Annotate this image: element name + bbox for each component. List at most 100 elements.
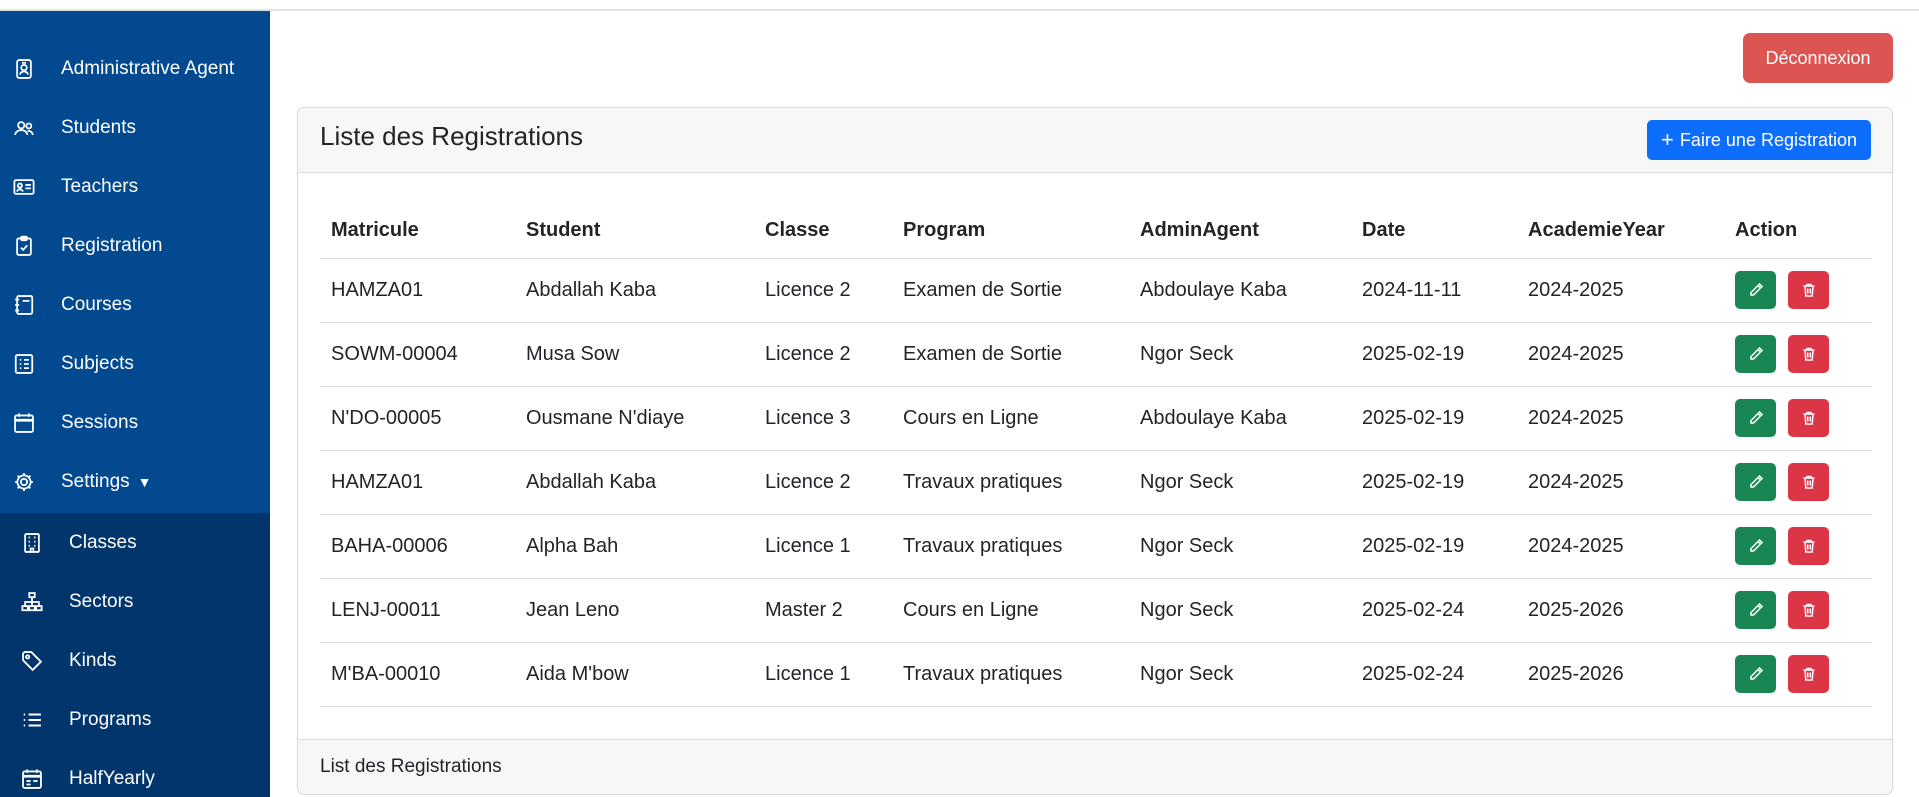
sidebar-item-administrative-agent[interactable]: Administrative Agent	[0, 39, 270, 98]
edit-button[interactable]	[1735, 399, 1776, 437]
trash-icon	[1803, 347, 1814, 361]
row-actions	[1735, 655, 1861, 693]
pencil-icon	[1749, 474, 1763, 488]
cell-matricule: SOWM-00004	[320, 322, 515, 387]
table-header-row: Matricule Student Classe Program AdminAg…	[320, 204, 1872, 259]
sidebar-item-registration[interactable]: Registration	[0, 216, 270, 275]
edit-button[interactable]	[1735, 335, 1776, 373]
sidebar-item-label: Registration	[61, 234, 163, 256]
table-row: BAHA-00006 Alpha Bah Licence 1 Travaux p…	[320, 514, 1872, 579]
calendar-week-icon	[20, 767, 44, 791]
sidebar-item-label: Sessions	[61, 411, 139, 433]
trash-icon	[1803, 539, 1814, 553]
sidebar-item-sessions[interactable]: Sessions	[0, 393, 270, 452]
sidebar-item-label: Sectors	[69, 590, 134, 612]
cell-classe: Master 2	[754, 578, 892, 643]
table-row: M'BA-00010 Aida M'bow Licence 1 Travaux …	[320, 642, 1872, 707]
table-body: HAMZA01 Abdallah Kaba Licence 2 Examen d…	[320, 258, 1872, 707]
trash-icon	[1803, 411, 1814, 425]
edit-button[interactable]	[1735, 527, 1776, 565]
registrations-card: Liste des Registrations + Faire une Regi…	[297, 107, 1893, 795]
sidebar-item-label: Kinds	[69, 649, 117, 671]
sidebar-item-label: Students	[61, 116, 136, 138]
table-row: N'DO-00005 Ousmane N'diaye Licence 3 Cou…	[320, 386, 1872, 451]
sidebar-item-label: Administrative Agent	[61, 57, 235, 79]
delete-button[interactable]	[1788, 527, 1829, 565]
sidebar-item-teachers[interactable]: Teachers	[0, 157, 270, 216]
row-actions	[1735, 527, 1861, 565]
cell-action	[1724, 386, 1872, 451]
cell-matricule: HAMZA01	[320, 450, 515, 515]
edit-button[interactable]	[1735, 591, 1776, 629]
trash-icon	[1803, 667, 1814, 681]
column-header-academieyear: AcademieYear	[1517, 204, 1724, 259]
cell-academieyear: 2024-2025	[1517, 258, 1724, 323]
sidebar-item-courses[interactable]: Courses	[0, 275, 270, 334]
sidebar-item-subjects[interactable]: Subjects	[0, 334, 270, 393]
cell-student: Abdallah Kaba	[515, 258, 754, 323]
cell-academieyear: 2024-2025	[1517, 322, 1724, 387]
sidebar-item-kinds[interactable]: Kinds	[0, 631, 270, 690]
cell-adminagent: Ngor Seck	[1129, 578, 1351, 643]
cell-program: Examen de Sortie	[892, 258, 1129, 323]
list-icon	[20, 708, 44, 732]
cell-action	[1724, 514, 1872, 579]
sidebar-item-halfyearly[interactable]: HalfYearly	[0, 749, 270, 797]
settings-submenu: Classes Sectors Kinds Programs HalfYearl…	[0, 513, 270, 797]
logout-button[interactable]: Déconnexion	[1743, 33, 1893, 83]
cell-action	[1724, 642, 1872, 707]
journal-icon	[12, 293, 36, 317]
main-content: Déconnexion Liste des Registrations + Fa…	[270, 11, 1919, 797]
sidebar-item-label: Settings	[61, 470, 130, 492]
edit-button[interactable]	[1735, 655, 1776, 693]
cell-academieyear: 2024-2025	[1517, 450, 1724, 515]
pencil-icon	[1749, 538, 1763, 552]
table-row: HAMZA01 Abdallah Kaba Licence 2 Travaux …	[320, 450, 1872, 515]
sidebar-item-label: Teachers	[61, 175, 139, 197]
cell-student: Aida M'bow	[515, 642, 754, 707]
diagram-icon	[20, 590, 44, 614]
cell-program: Travaux pratiques	[892, 450, 1129, 515]
sidebar-item-label: Subjects	[61, 352, 134, 374]
sidebar-item-students[interactable]: Students	[0, 98, 270, 157]
cell-date: 2025-02-19	[1351, 450, 1517, 515]
cell-classe: Licence 3	[754, 386, 892, 451]
delete-button[interactable]	[1788, 399, 1829, 437]
cell-matricule: LENJ-00011	[320, 578, 515, 643]
cell-adminagent: Abdoulaye Kaba	[1129, 386, 1351, 451]
sidebar-item-label: HalfYearly	[69, 767, 155, 789]
cell-program: Examen de Sortie	[892, 322, 1129, 387]
column-header-program: Program	[892, 204, 1129, 259]
top-border	[0, 0, 1919, 11]
person-vcard-icon	[12, 175, 36, 199]
delete-button[interactable]	[1788, 655, 1829, 693]
cell-matricule: BAHA-00006	[320, 514, 515, 579]
sidebar-item-classes[interactable]: Classes	[0, 513, 270, 572]
delete-button[interactable]	[1788, 463, 1829, 501]
add-registration-button[interactable]: + Faire une Registration	[1647, 120, 1871, 160]
delete-button[interactable]	[1788, 271, 1829, 309]
sidebar-item-settings[interactable]: Settings ▼	[0, 452, 270, 511]
page-title: Liste des Registrations	[320, 120, 584, 151]
cell-program: Travaux pratiques	[892, 514, 1129, 579]
column-header-action: Action	[1724, 204, 1872, 259]
cell-classe: Licence 2	[754, 450, 892, 515]
delete-button[interactable]	[1788, 591, 1829, 629]
delete-button[interactable]	[1788, 335, 1829, 373]
cell-academieyear: 2024-2025	[1517, 386, 1724, 451]
tag-icon	[20, 649, 44, 673]
cell-student: Abdallah Kaba	[515, 450, 754, 515]
trash-icon	[1803, 475, 1814, 489]
cell-date: 2025-02-24	[1351, 578, 1517, 643]
cell-program: Travaux pratiques	[892, 642, 1129, 707]
cell-date: 2024-11-11	[1351, 258, 1517, 323]
sidebar-item-label: Classes	[69, 531, 137, 553]
cell-action	[1724, 450, 1872, 515]
cell-matricule: M'BA-00010	[320, 642, 515, 707]
edit-button[interactable]	[1735, 463, 1776, 501]
sidebar-item-sectors[interactable]: Sectors	[0, 572, 270, 631]
edit-button[interactable]	[1735, 271, 1776, 309]
cell-matricule: HAMZA01	[320, 258, 515, 323]
pencil-icon	[1749, 666, 1763, 680]
sidebar-item-programs[interactable]: Programs	[0, 690, 270, 749]
